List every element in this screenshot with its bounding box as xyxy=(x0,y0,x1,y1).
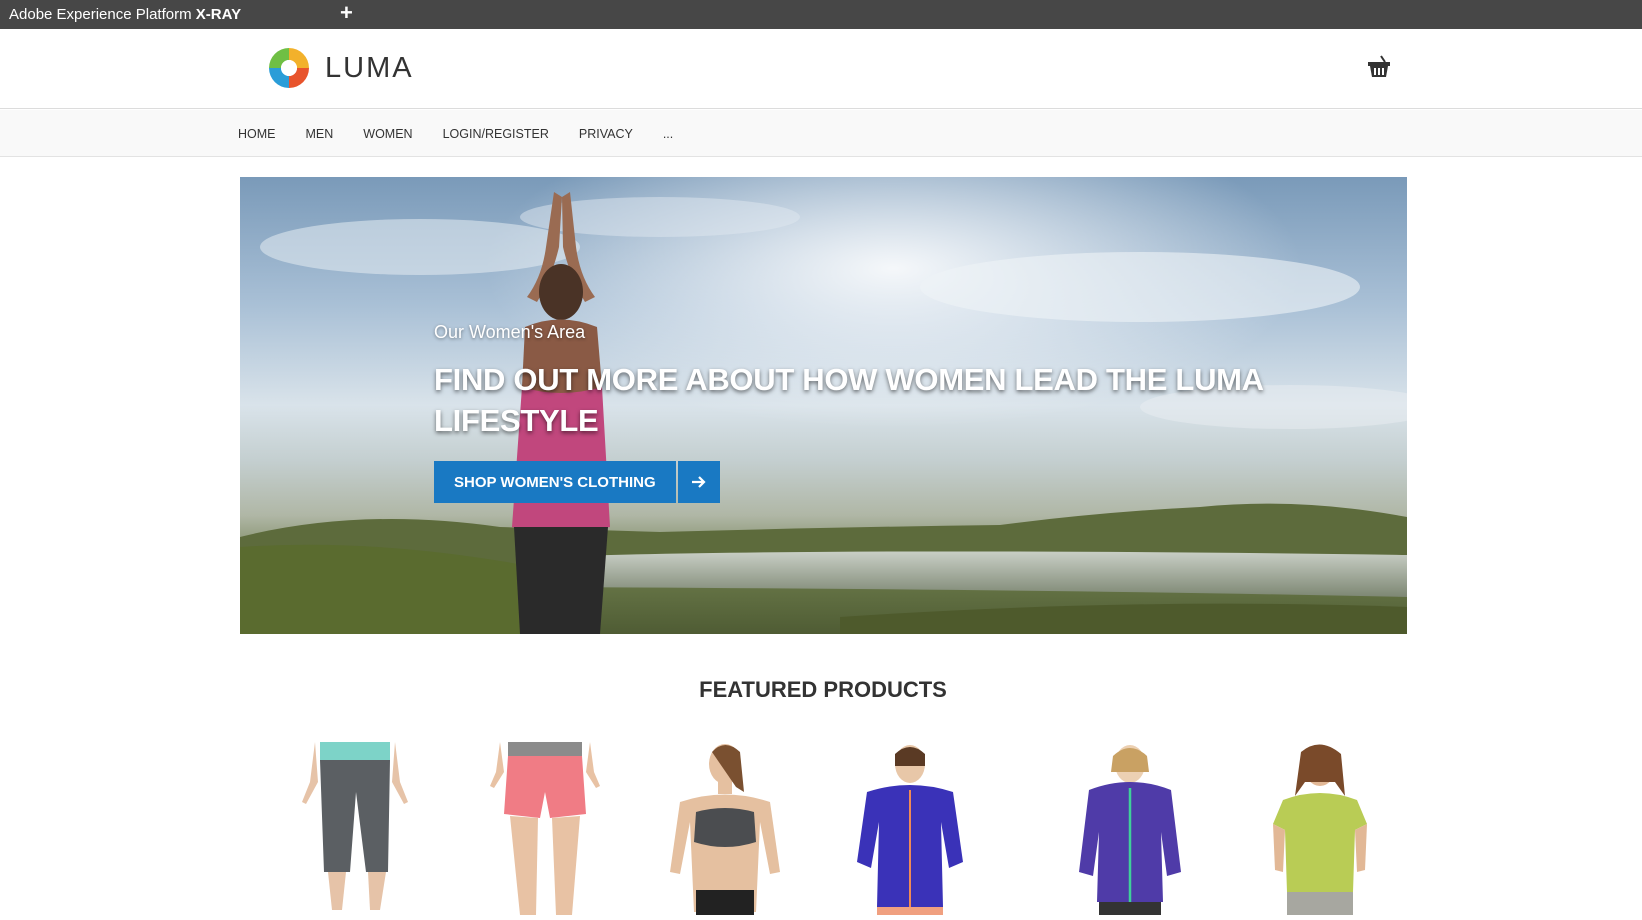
product-image xyxy=(1079,745,1181,915)
cta-arrow-button[interactable] xyxy=(677,461,720,503)
product-image xyxy=(490,742,600,915)
featured-products-title: FEATURED PRODUCTS xyxy=(699,677,947,702)
product-image xyxy=(670,744,780,915)
hero-banner: Our Women's Area FIND OUT MORE ABOUT HOW… xyxy=(240,177,1407,634)
product-image xyxy=(1273,744,1367,915)
product-image xyxy=(857,745,963,915)
cart-button[interactable] xyxy=(1366,54,1392,85)
main-navigation: HOME MEN WOMEN LOGIN/REGISTER PRIVACY ..… xyxy=(0,110,1642,157)
logo-text: LUMA xyxy=(325,51,414,84)
luma-logo[interactable]: LUMA xyxy=(267,46,414,90)
luma-logo-icon xyxy=(269,48,309,88)
nav-item-login-register[interactable]: LOGIN/REGISTER xyxy=(443,127,549,141)
site-header: LUMA xyxy=(0,29,1642,109)
nav-item-home[interactable]: HOME xyxy=(238,127,276,141)
nav-item-more[interactable]: ... xyxy=(663,127,673,141)
shop-womens-clothing-button[interactable]: SHOP WOMEN'S CLOTHING xyxy=(434,461,676,503)
product-card[interactable] xyxy=(480,742,610,915)
xray-title-bold: X-RAY xyxy=(195,6,242,23)
hero-subtitle: Our Women's Area xyxy=(434,322,586,342)
arrow-right-icon xyxy=(691,476,706,488)
hero-cta: SHOP WOMEN'S CLOTHING xyxy=(434,461,720,503)
product-card[interactable] xyxy=(660,742,790,915)
product-card[interactable] xyxy=(290,742,420,915)
xray-title-prefix: Adobe Experience Platform xyxy=(9,6,196,23)
nav-item-men[interactable]: MEN xyxy=(306,127,334,141)
product-card[interactable] xyxy=(1065,742,1195,915)
nav-item-women[interactable]: WOMEN xyxy=(363,127,412,141)
product-card[interactable] xyxy=(845,742,975,915)
nav-item-privacy[interactable]: PRIVACY xyxy=(579,127,633,141)
add-button[interactable]: + xyxy=(340,1,353,25)
hero-headline: FIND OUT MORE ABOUT HOW WOMEN LEAD THE L… xyxy=(434,362,1263,438)
basket-icon xyxy=(1368,55,1390,77)
xray-title: Adobe Experience Platform X-RAY xyxy=(9,6,241,23)
product-card[interactable] xyxy=(1255,742,1385,915)
product-image xyxy=(302,742,408,910)
product-grid xyxy=(280,742,1410,915)
xray-toolbar: Adobe Experience Platform X-RAY + xyxy=(0,0,1642,29)
